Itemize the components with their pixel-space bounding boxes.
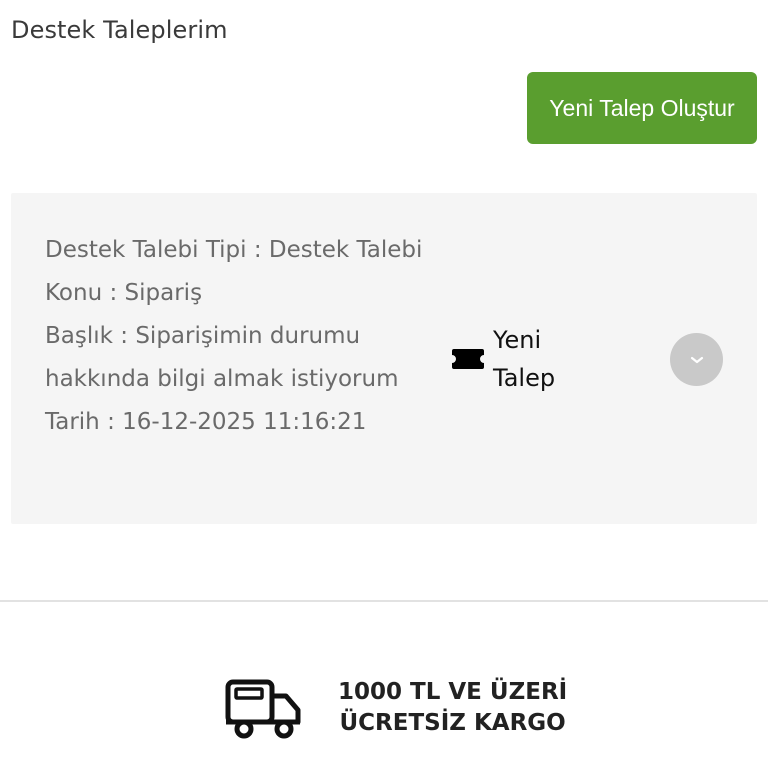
ticket-icon: [452, 349, 484, 369]
ticket-date: Tarih : 16-12-2025 11:16:21: [45, 409, 367, 435]
expand-button[interactable]: [670, 333, 723, 386]
new-ticket-button[interactable]: Yeni Talep Oluştur: [527, 72, 757, 144]
ticket-type: Destek Talebi Tipi : Destek Talebi: [45, 237, 423, 263]
divider: [0, 600, 768, 602]
ticket-card[interactable]: Destek Talebi Tipi : Destek Talebi Konu …: [11, 193, 757, 524]
ticket-info: Destek Talebi Tipi : Destek Talebi Konu …: [45, 229, 445, 444]
chevron-down-icon: [689, 350, 705, 369]
ticket-status-label: Yeni Talep: [493, 326, 556, 392]
page-title: Destek Taleplerim: [11, 16, 228, 44]
truck-icon: [224, 676, 302, 740]
ticket-status: Yeni Talep: [452, 321, 583, 397]
ticket-subject: Konu : Sipariş: [45, 280, 203, 306]
free-shipping-line1: 1000 TL VE ÜZERİ: [338, 679, 568, 705]
free-shipping-text: 1000 TL VE ÜZERİ ÜCRETSİZ KARGO: [338, 677, 567, 739]
ticket-title: Başlık : Siparişimin durumu hakkında bil…: [45, 323, 399, 392]
free-shipping-banner: 1000 TL VE ÜZERİ ÜCRETSİZ KARGO: [224, 676, 567, 740]
free-shipping-line2: ÜCRETSİZ KARGO: [339, 710, 566, 736]
